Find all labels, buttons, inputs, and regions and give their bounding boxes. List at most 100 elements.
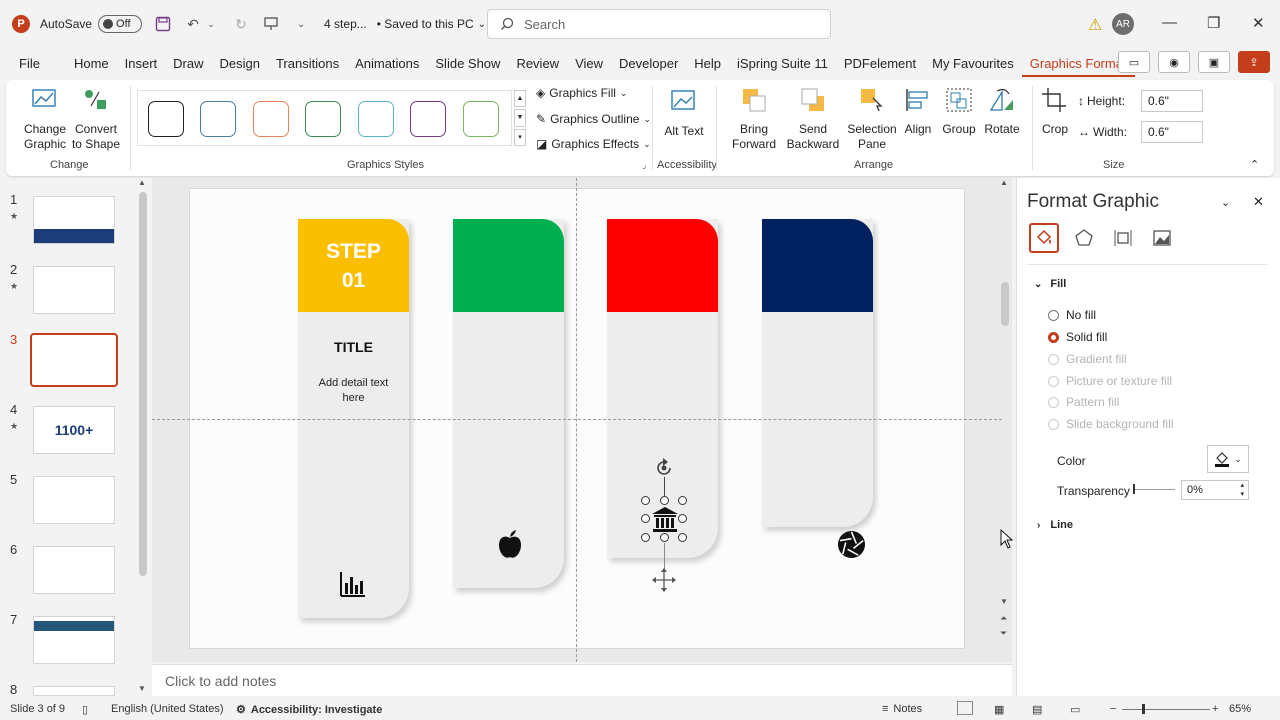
tab-ispring[interactable]: iSpring Suite 11 (729, 56, 836, 71)
change-graphic-button[interactable]: Change Graphic (16, 86, 74, 152)
tab-developer[interactable]: Developer (611, 56, 686, 71)
line-section-header[interactable]: › Line (1037, 519, 1073, 531)
styles-dialog-launcher-icon[interactable]: ⌟ (642, 160, 646, 171)
slide-thumb-2[interactable] (33, 266, 115, 314)
scroll-down-icon[interactable]: ▼ (1000, 597, 1008, 606)
aperture-icon[interactable] (837, 530, 866, 559)
group-button[interactable]: Group (940, 86, 978, 137)
slide-thumb-1[interactable] (33, 196, 115, 244)
bank-icon[interactable] (650, 505, 680, 535)
tab-insert[interactable]: Insert (117, 56, 166, 71)
color-picker-button[interactable]: ⌄ (1207, 445, 1249, 473)
next-slide-icon[interactable]: ⏷ (1000, 628, 1007, 639)
style-swatch-2[interactable] (200, 101, 236, 137)
resize-handle-sw[interactable] (641, 533, 650, 542)
tab-file[interactable]: File (19, 56, 48, 71)
zoom-level[interactable]: 65% (1229, 703, 1251, 715)
style-swatch-6[interactable] (410, 101, 446, 137)
undo-dropdown-icon[interactable]: ⌄ (202, 15, 220, 33)
more-styles-icon[interactable]: ▾ (514, 128, 526, 146)
warning-icon[interactable]: ⚠ (1088, 15, 1102, 35)
slide-sorter-icon[interactable]: ▦ (994, 703, 1004, 716)
apple-icon[interactable] (497, 529, 523, 561)
normal-view-icon[interactable] (957, 701, 973, 715)
rotate-button[interactable]: Rotate (982, 86, 1022, 137)
graphics-effects-button[interactable]: ◪ Graphics Effects ⌄ (536, 137, 651, 151)
width-field[interactable]: 0.6" (1141, 121, 1203, 143)
option-no-fill[interactable]: No fill (1048, 308, 1096, 322)
tab-slide-show[interactable]: Slide Show (427, 56, 508, 71)
zoom-out-icon[interactable]: − (1110, 703, 1116, 715)
prev-slide-icon[interactable]: ⏶ (1000, 613, 1007, 624)
style-swatch-3[interactable] (253, 101, 289, 137)
style-swatch-7[interactable] (463, 101, 499, 137)
slide-thumb-4[interactable]: 1100+ (33, 406, 115, 454)
transparency-slider[interactable] (1133, 484, 1175, 494)
send-backward-button[interactable]: Send Backward (786, 86, 840, 152)
bar-chart-icon[interactable] (340, 571, 366, 597)
radio-no-fill[interactable] (1048, 309, 1059, 321)
tab-transitions[interactable]: Transitions (268, 56, 347, 71)
avatar[interactable]: AR (1112, 13, 1134, 35)
undo-icon[interactable]: ↶ (184, 15, 202, 33)
step-label[interactable]: STEP (298, 237, 409, 266)
slide-thumb-3[interactable] (30, 333, 118, 387)
transparency-field[interactable]: 0% ▴ ▾ (1181, 480, 1249, 500)
redo-icon[interactable]: ↻ (232, 15, 250, 33)
tab-picture[interactable] (1147, 223, 1177, 253)
option-solid-fill[interactable]: Solid fill (1048, 330, 1107, 344)
minimize-icon[interactable]: — (1162, 14, 1177, 31)
notes-button[interactable]: ≡ Notes (882, 703, 922, 715)
spinner-icon[interactable]: ▴ ▾ (1240, 481, 1244, 499)
convert-to-shape-button[interactable]: Convert to Shape (70, 86, 122, 152)
resize-handle-w[interactable] (641, 514, 650, 523)
customize-qat-icon[interactable]: ⌄ (292, 15, 310, 33)
present-teams-button[interactable]: ▣ (1198, 51, 1230, 73)
radio-solid-fill[interactable] (1048, 331, 1059, 343)
resize-handle-s[interactable] (660, 533, 669, 542)
step-number[interactable]: 01 (298, 266, 409, 295)
bring-forward-button[interactable]: Bring Forward (724, 86, 784, 152)
scroll-down-icon[interactable]: ▼ (514, 109, 526, 127)
tab-fill-line[interactable] (1029, 223, 1059, 253)
close-pane-icon[interactable]: ✕ (1253, 194, 1264, 210)
tab-draw[interactable]: Draw (165, 56, 211, 71)
search-input[interactable]: Search (487, 9, 831, 39)
tab-pdfelement[interactable]: PDFelement (836, 56, 924, 71)
notes-pane[interactable]: Click to add notes (152, 664, 1012, 696)
scroll-up-icon[interactable]: ▲ (1000, 178, 1008, 187)
tab-effects[interactable] (1069, 223, 1099, 253)
save-status[interactable]: • Saved to this PC (377, 17, 474, 31)
crop-button[interactable]: Crop (1038, 86, 1072, 137)
save-icon[interactable] (154, 15, 172, 33)
card-title[interactable]: TITLE (298, 339, 409, 355)
chevron-down-icon[interactable]: ⌄ (478, 19, 486, 30)
present-icon[interactable] (262, 15, 280, 33)
alt-text-button[interactable]: Alt Text (662, 88, 706, 139)
step-card-2[interactable] (453, 219, 564, 588)
fill-section-header[interactable]: ⌄ Fill (1034, 278, 1066, 290)
step-card-4[interactable] (762, 219, 873, 527)
slide-thumb-6[interactable] (33, 546, 115, 594)
slideshow-icon[interactable]: ▭ (1070, 703, 1080, 716)
tab-size-properties[interactable] (1108, 223, 1138, 253)
resize-handle-n[interactable] (660, 496, 669, 505)
share-button[interactable]: ⇪ (1238, 51, 1270, 73)
style-swatch-1[interactable] (148, 101, 184, 137)
language-status[interactable]: English (United States) (111, 703, 224, 715)
card-detail[interactable]: Add detail text here (298, 376, 409, 406)
selection-pane-button[interactable]: Selection Pane (844, 86, 900, 152)
pane-options-icon[interactable]: ⌄ (1221, 196, 1230, 209)
comments-button[interactable]: ▭ (1118, 51, 1150, 73)
tab-view[interactable]: View (567, 56, 611, 71)
book-icon[interactable]: ▯ (82, 703, 88, 716)
zoom-slider[interactable] (1122, 704, 1210, 714)
height-field[interactable]: 0.6" (1141, 90, 1203, 112)
graphics-outline-button[interactable]: ✎ Graphics Outline ⌄ (536, 112, 651, 126)
scroll-down-icon[interactable]: ▼ (138, 684, 146, 693)
file-name[interactable]: 4 step... (324, 17, 367, 31)
resize-handle-ne[interactable] (678, 496, 687, 505)
align-button[interactable]: Align (902, 86, 934, 137)
thumbnail-scrollbar[interactable] (139, 192, 147, 576)
collapse-ribbon-icon[interactable]: ⌃ (1250, 158, 1259, 171)
